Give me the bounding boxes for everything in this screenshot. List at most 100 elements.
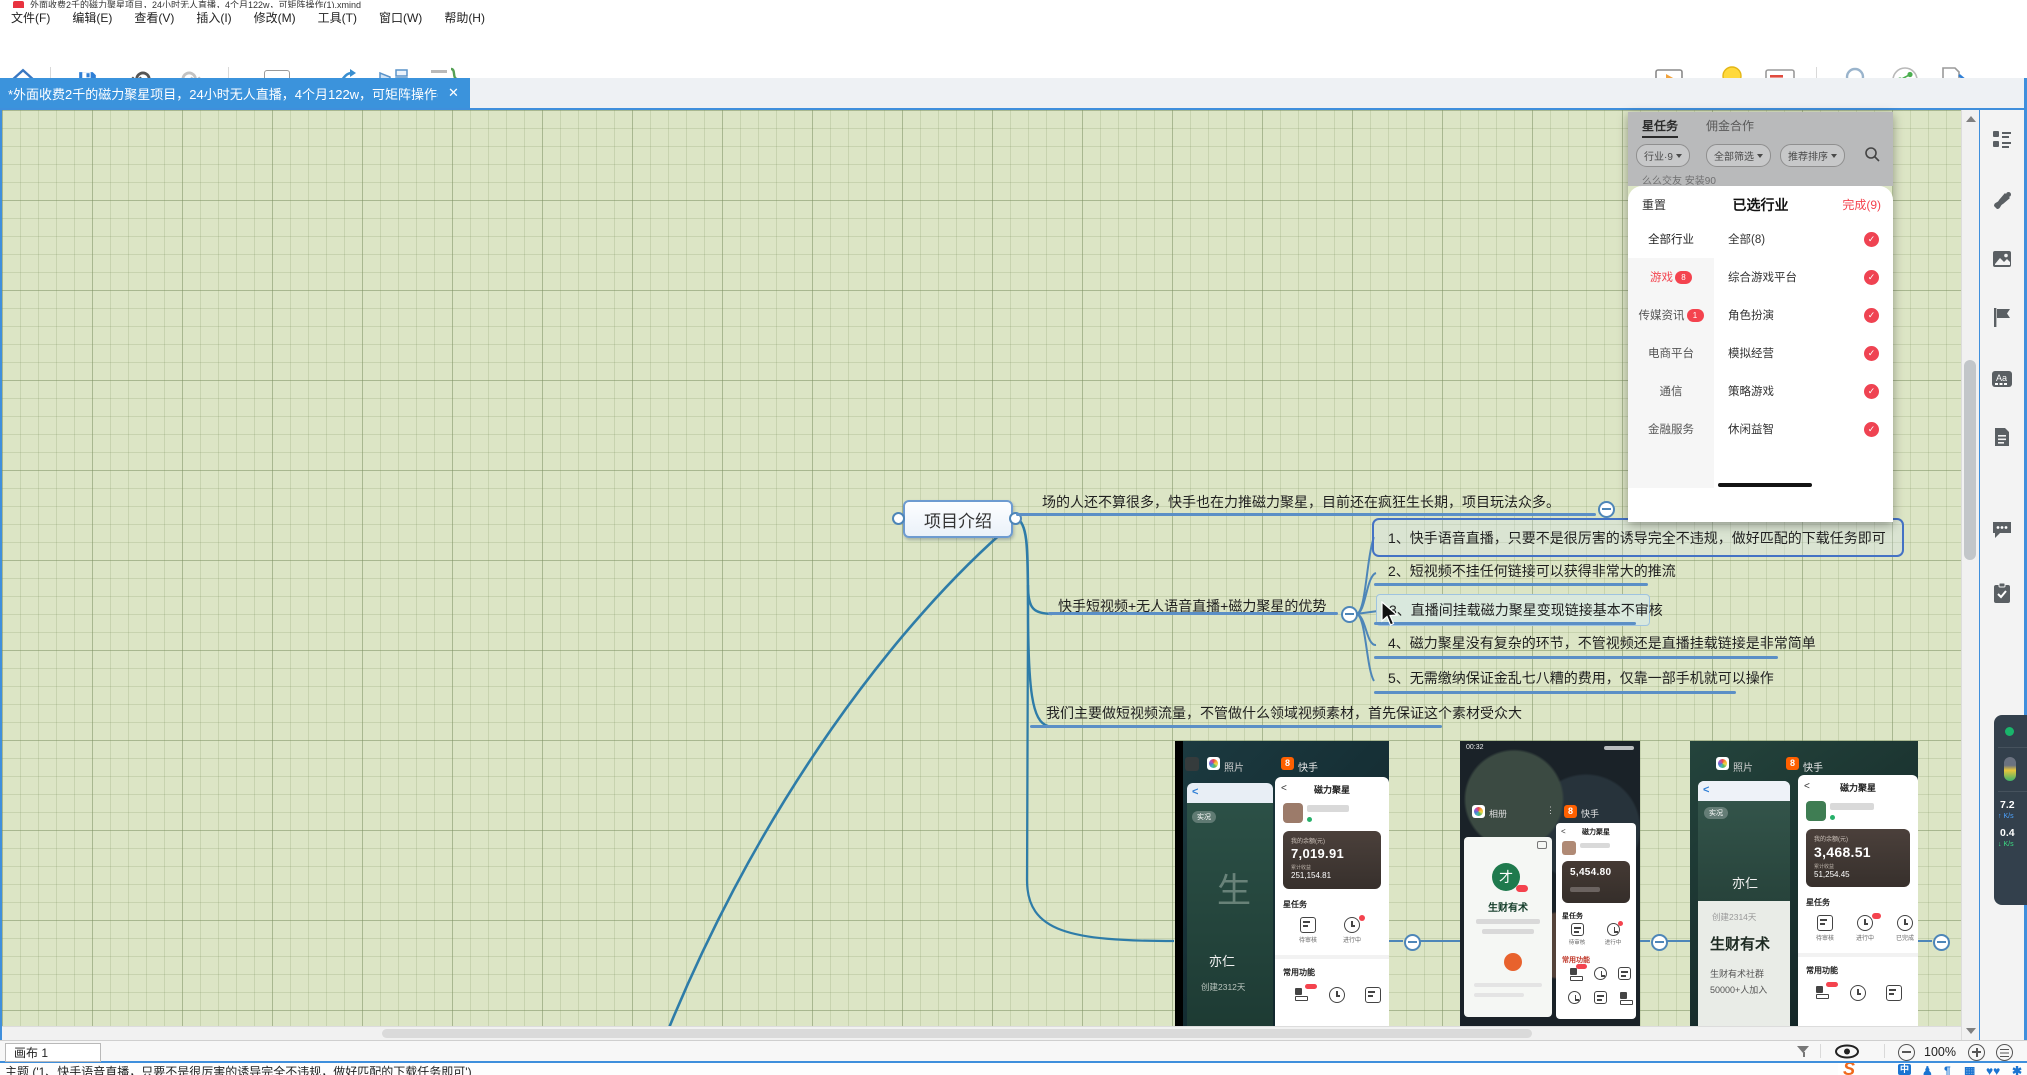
- filter-industry[interactable]: 行业·9: [1636, 144, 1690, 167]
- image-icon[interactable]: [1991, 248, 2013, 270]
- industry-option[interactable]: 角色扮演✓: [1714, 296, 1893, 334]
- task-clipboard-icon[interactable]: [1991, 582, 2013, 604]
- category-finance[interactable]: 金融服务: [1628, 410, 1714, 448]
- industry-option[interactable]: 休闲益智✓: [1714, 410, 1893, 448]
- sogou-input-icon[interactable]: S: [1838, 1063, 1860, 1075]
- feature-icon[interactable]: [1614, 991, 1634, 1005]
- menu-file[interactable]: 文件(F): [0, 9, 61, 26]
- collapse-toggle[interactable]: [1933, 934, 1950, 951]
- taskbar-icon[interactable]: ♟: [1922, 1064, 1933, 1075]
- panel-dimmed-header: 星任务 佣金合作 行业·9 全部筛选 推荐排序 么么交友 安装90: [1628, 112, 1893, 186]
- scroll-down-icon[interactable]: [1966, 1028, 1976, 1034]
- advantage-item-5[interactable]: 5、无需缴纳保证金乱七八糟的费用，仅靠一部手机就可以操作: [1388, 668, 1774, 688]
- zoom-level[interactable]: 100%: [1924, 1045, 1956, 1059]
- taskbar-icon[interactable]: ✱: [2012, 1064, 2022, 1075]
- feature-icon[interactable]: [1882, 985, 1906, 1001]
- topic-handle-left[interactable]: [892, 512, 905, 525]
- task-running[interactable]: 进行中: [1850, 915, 1880, 942]
- menu-window[interactable]: 窗口(W): [368, 9, 433, 26]
- feature-icon[interactable]: [1614, 967, 1634, 980]
- taskbar-mic-icon[interactable]: ¶: [1944, 1064, 1951, 1075]
- menu-help[interactable]: 帮助(H): [433, 9, 496, 26]
- menu-view[interactable]: 查看(V): [123, 9, 185, 26]
- menu-edit[interactable]: 编辑(E): [61, 9, 123, 26]
- tab-commission[interactable]: 佣金合作: [1706, 117, 1754, 134]
- industry-option[interactable]: 策略游戏✓: [1714, 372, 1893, 410]
- feature-icon[interactable]: [1590, 991, 1610, 1004]
- menu-tools[interactable]: 工具(T): [307, 9, 368, 26]
- category-media[interactable]: 传媒资讯1: [1628, 296, 1714, 334]
- task-done[interactable]: 已完成: [1890, 915, 1918, 942]
- advantage-item-4[interactable]: 4、磁力聚星没有复杂的环节，不管视频还是直播挂载链接是非常简单: [1388, 633, 1816, 653]
- fit-menu-button[interactable]: [1996, 1044, 2013, 1061]
- category-ecommerce[interactable]: 电商平台: [1628, 334, 1714, 372]
- filter-sort[interactable]: 推荐排序: [1780, 144, 1845, 167]
- task-running[interactable]: 进行中: [1337, 917, 1367, 944]
- eye-icon[interactable]: [1834, 1044, 1860, 1059]
- taskbar-hearts-icon[interactable]: ♥♥: [1986, 1064, 2000, 1075]
- feature-icon[interactable]: [1361, 987, 1385, 1003]
- notes-doc-icon[interactable]: [1991, 426, 2013, 448]
- taskbar-keyboard-icon[interactable]: ▦: [1964, 1064, 1975, 1075]
- phone-screenshot-2[interactable]: 00:32 相册 ⋮ 8 快手 才 生财有术 < 磁力聚星 5,454.80: [1460, 741, 1640, 1033]
- paintbrush-icon[interactable]: [1991, 190, 2013, 212]
- app-card-left[interactable]: < 实况 生 亦仁 创建2312天: [1187, 783, 1273, 1033]
- category-telecom[interactable]: 通信: [1628, 372, 1714, 410]
- app-card-magnet-star[interactable]: < 磁力聚星 5,454.80 星任务 待审核 进行中 常用功能: [1556, 823, 1636, 1019]
- document-tab-title: *外面收费2千的磁力聚星项目，24小时无人直播，4个月122w，可矩阵操作(1): [0, 84, 438, 103]
- industry-option[interactable]: 全部(8)✓: [1714, 220, 1893, 258]
- flag-icon[interactable]: [1991, 306, 2013, 328]
- done-button[interactable]: 完成(9): [1842, 196, 1881, 213]
- filter-all[interactable]: 全部筛选: [1706, 144, 1771, 167]
- task-pending[interactable]: 待审核: [1564, 923, 1590, 946]
- feature-icon[interactable]: [1810, 985, 1834, 999]
- task-pending[interactable]: 待审核: [1293, 917, 1323, 944]
- feature-icon[interactable]: [1590, 967, 1610, 980]
- document-tab[interactable]: *外面收费2千的磁力聚星项目，24小时无人直播，4个月122w，可矩阵操作(1)…: [0, 78, 470, 108]
- search-icon[interactable]: [1864, 146, 1881, 163]
- outline-structure-icon[interactable]: [1991, 128, 2013, 150]
- collapse-toggle[interactable]: [1598, 501, 1615, 518]
- network-monitor-widget[interactable]: 7.2 ↑ K/s 0.4 ↓ K/s: [1994, 715, 2027, 905]
- vertical-scrollbar[interactable]: [1961, 110, 1979, 1040]
- taskbar-icon[interactable]: 中: [1898, 1064, 1911, 1075]
- feature-icon[interactable]: [1846, 985, 1870, 1001]
- scroll-up-icon[interactable]: [1966, 116, 1976, 122]
- phone-screenshot-3[interactable]: 照片 8 快手 < 实况 亦仁 创建2314天 生财有术 生财有术社群 5000…: [1690, 741, 1918, 1033]
- tab-star-tasks[interactable]: 星任务: [1642, 117, 1678, 138]
- sheet-tab[interactable]: 画布 1: [5, 1043, 101, 1062]
- task-running[interactable]: 进行中: [1600, 923, 1626, 946]
- feature-icon[interactable]: [1289, 987, 1313, 1001]
- root-topic[interactable]: 项目介绍: [903, 500, 1013, 538]
- category-all[interactable]: 全部行业: [1628, 220, 1714, 258]
- task-pending[interactable]: 待审核: [1810, 915, 1840, 942]
- zoom-out-button[interactable]: [1898, 1044, 1915, 1061]
- feature-icon[interactable]: [1564, 967, 1584, 981]
- collapse-toggle[interactable]: [1651, 934, 1668, 951]
- topic-market[interactable]: 场的人还不算很多，快手也在力推磁力聚星，目前还在疯狂生长期，项目玩法众多。: [1042, 492, 1560, 512]
- collapse-toggle[interactable]: [1341, 606, 1358, 623]
- tab-close-icon[interactable]: ✕: [448, 85, 459, 101]
- feature-icon[interactable]: [1564, 991, 1584, 1004]
- menu-modify[interactable]: 修改(M): [243, 9, 307, 26]
- scrollbar-thumb[interactable]: [1964, 360, 1976, 560]
- app-card-left[interactable]: 才 生财有术: [1464, 837, 1552, 1017]
- topic-strategy[interactable]: 我们主要做短视频流量，不管做什么领域视频素材，首先保证这个素材受众大: [1046, 703, 1522, 723]
- industry-option[interactable]: 模拟经营✓: [1714, 334, 1893, 372]
- collapse-toggle[interactable]: [1404, 934, 1421, 951]
- industry-option[interactable]: 综合游戏平台✓: [1714, 258, 1893, 296]
- zoom-in-button[interactable]: [1968, 1044, 1985, 1061]
- comment-icon[interactable]: [1991, 518, 2013, 540]
- app-card-magnet-star[interactable]: < 磁力聚星 我的余额(元) 3,468.51 累计收益 51,254.45 星…: [1798, 775, 1918, 1033]
- advantage-item-1-selected[interactable]: 1、快手语音直播，只要不是很厉害的诱导完全不违规，做好匹配的下载任务即可: [1372, 518, 1904, 557]
- advantage-item-2[interactable]: 2、短视频不挂任何链接可以获得非常大的推流: [1388, 561, 1676, 581]
- feature-icon[interactable]: [1325, 987, 1349, 1003]
- menu-insert[interactable]: 插入(I): [185, 9, 242, 26]
- phone-screenshot-1[interactable]: 照片 8 快手 < 实况 生 亦仁 创建2312天 < 磁力聚星 我的余额(元)…: [1175, 741, 1389, 1033]
- category-games[interactable]: 游戏8: [1628, 258, 1714, 296]
- scrollbar-thumb[interactable]: [382, 1029, 1532, 1038]
- app-card-magnet-star[interactable]: < 磁力聚星 我的余额(元) 7,019.91 累计收益 251,154.81 …: [1275, 777, 1389, 1033]
- app-card-left[interactable]: < 实况 亦仁 创建2314天 生财有术 生财有术社群 50000+人加入: [1698, 781, 1790, 1033]
- text-style-icon[interactable]: Aa: [1991, 368, 2013, 390]
- horizontal-scrollbar[interactable]: [2, 1026, 1961, 1041]
